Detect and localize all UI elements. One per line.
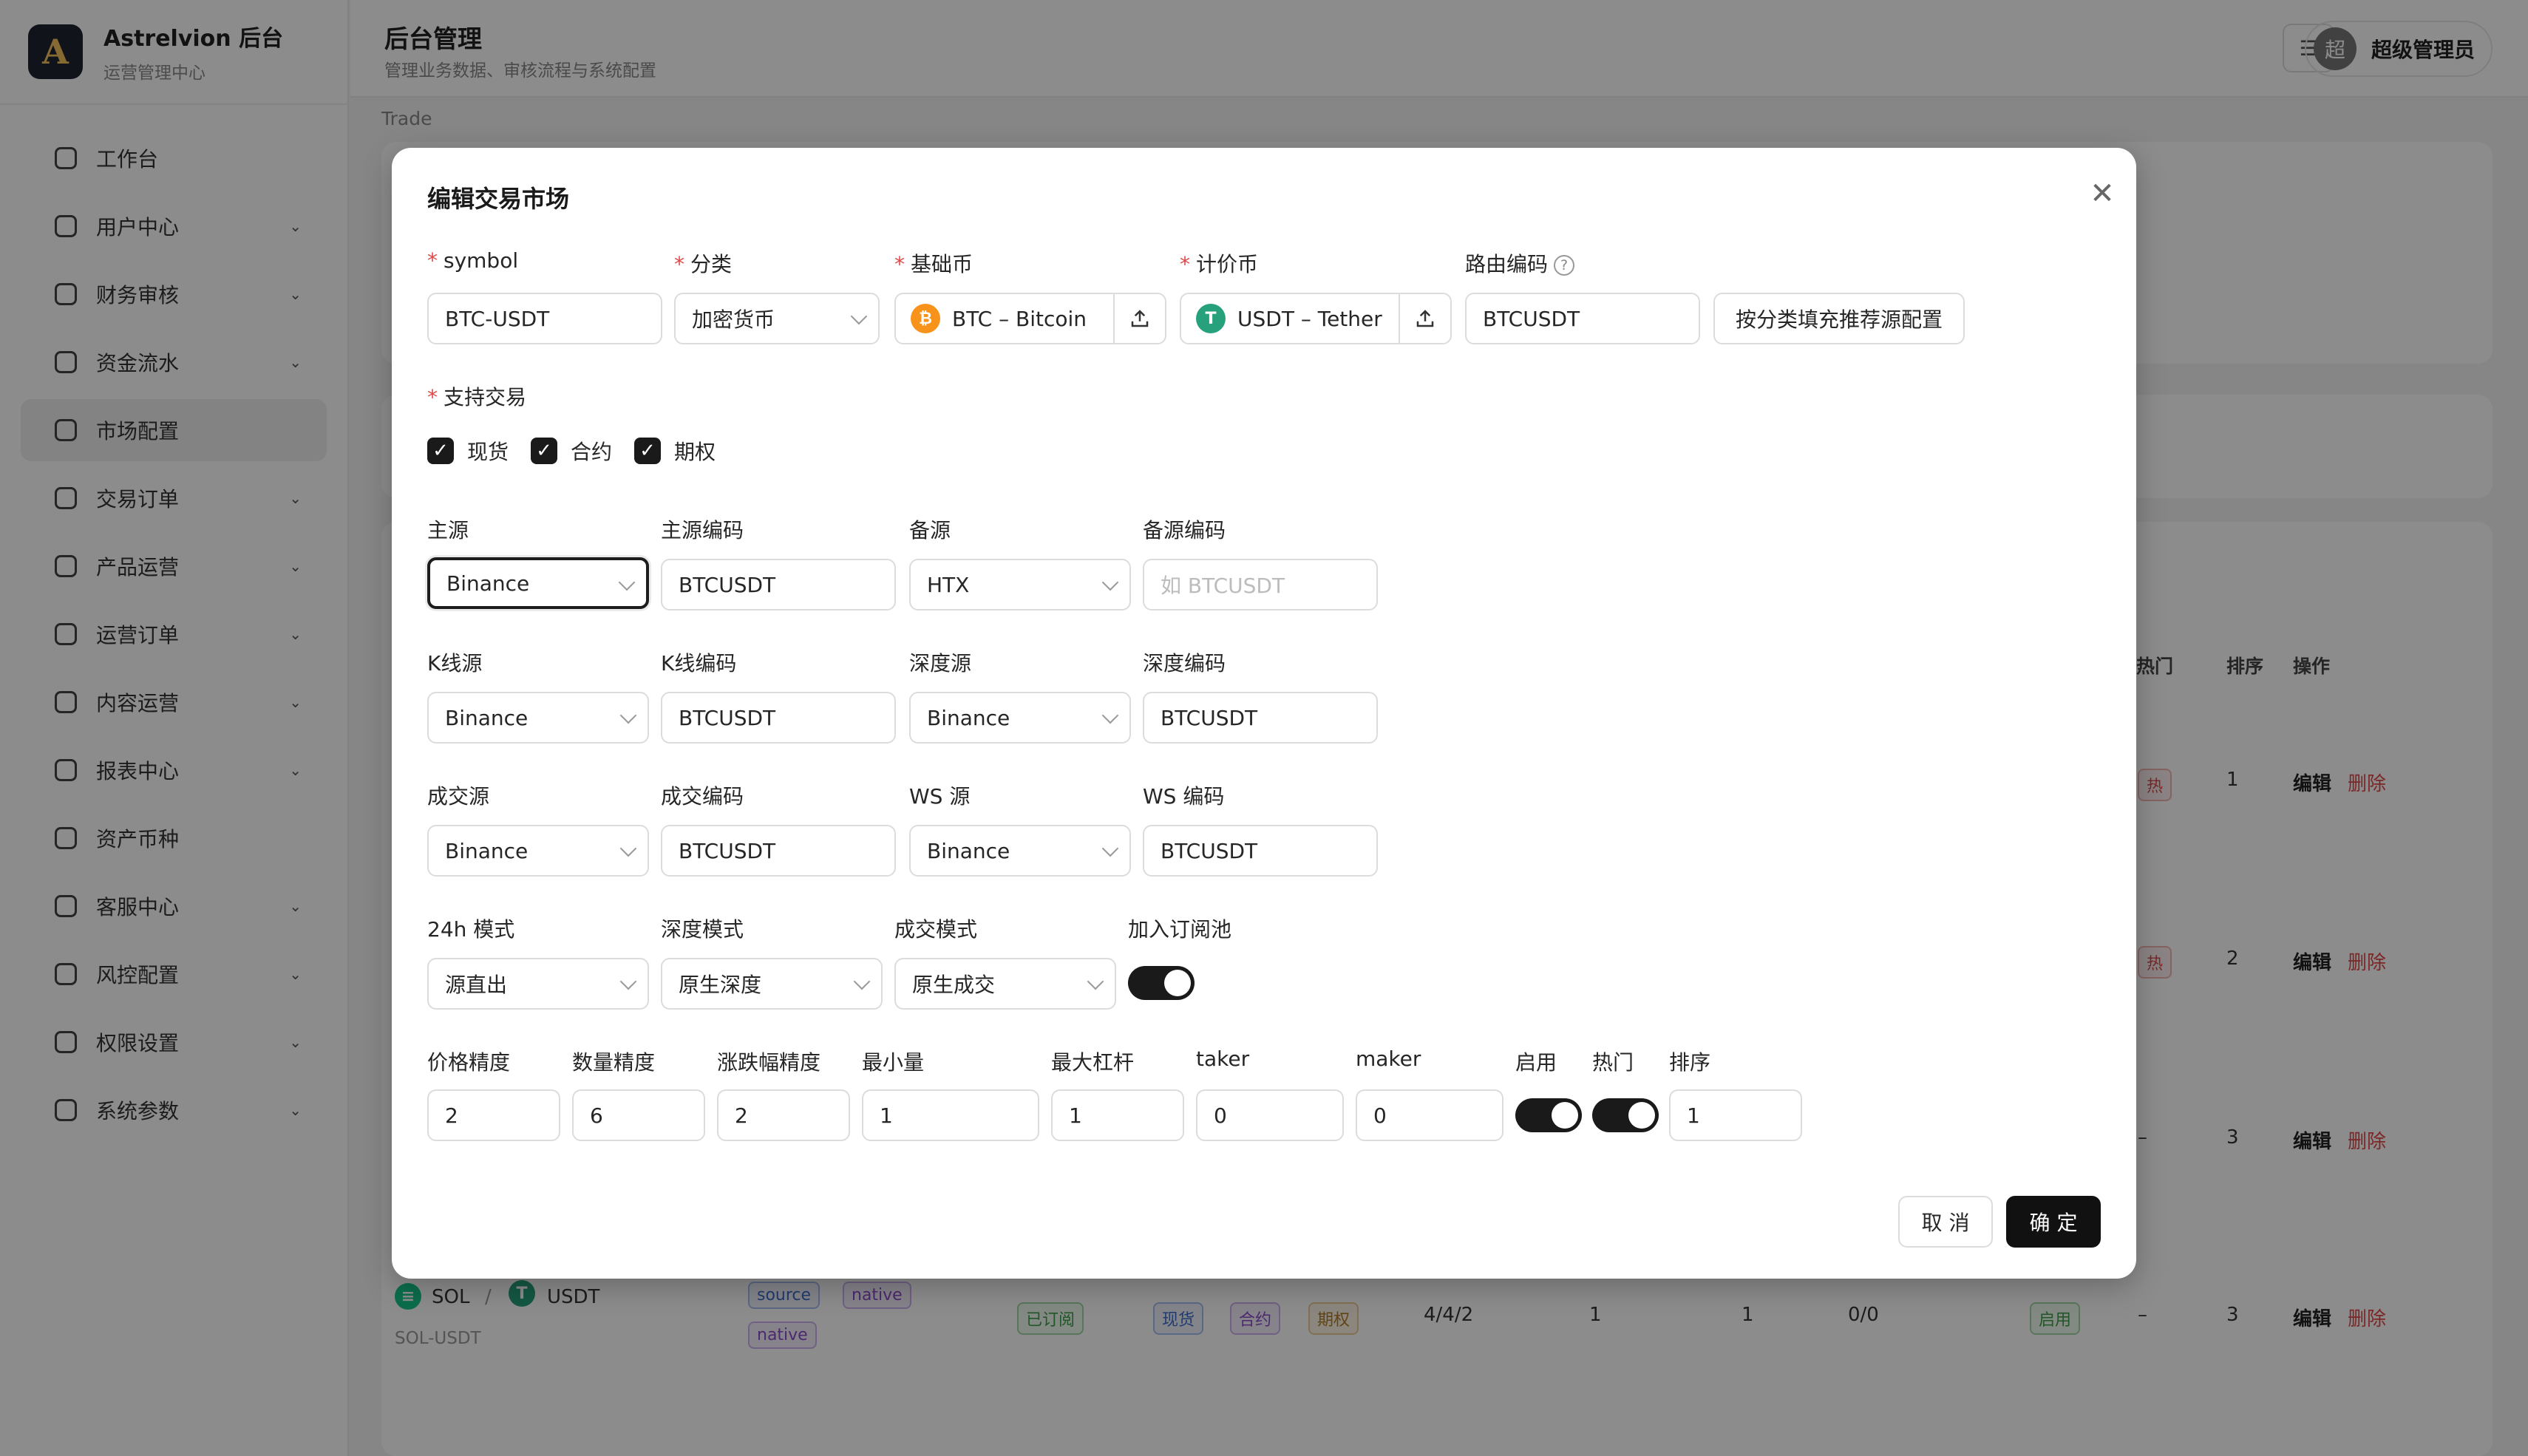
checkbox-contract[interactable]: ✓ 合约 [531, 436, 612, 466]
hot-toggle[interactable] [1592, 1098, 1659, 1132]
depth-code-label: 深度编码 [1143, 651, 1226, 676]
modal-title: 编辑交易市场 [427, 185, 570, 213]
enabled-label: 启用 [1515, 1050, 1557, 1075]
change-precision-label: 涨跌幅精度 [717, 1050, 821, 1075]
chevron-down-icon [618, 574, 636, 591]
ws-source-label: WS 源 [909, 784, 971, 809]
check-icon: ✓ [427, 438, 454, 464]
main-source-label: 主源 [427, 518, 469, 542]
route-code-label: 路由编码? [1465, 248, 1575, 278]
hot-label: 热门 [1592, 1050, 1634, 1075]
min-qty-input[interactable]: 1 [862, 1089, 1039, 1141]
backup-source-select[interactable]: HTX [909, 559, 1131, 610]
main-source-select[interactable]: Binance [427, 557, 649, 609]
chevron-down-icon [619, 707, 637, 724]
depth-mode-select[interactable]: 原生深度 [661, 958, 883, 1010]
enabled-toggle[interactable] [1515, 1098, 1582, 1132]
change-precision-input[interactable]: 2 [717, 1089, 850, 1141]
deal-source-label: 成交源 [427, 784, 490, 809]
category-label: * 分类 [674, 252, 733, 276]
chevron-down-icon [619, 973, 637, 990]
sort-label: 排序 [1669, 1050, 1711, 1075]
close-icon[interactable]: ✕ [2083, 174, 2121, 213]
subscribe-pool-toggle[interactable] [1128, 966, 1195, 1000]
taker-label: taker [1196, 1047, 1250, 1071]
chevron-down-icon [1101, 707, 1119, 724]
ws-source-select[interactable]: Binance [909, 825, 1131, 877]
main-code-label: 主源编码 [661, 518, 744, 542]
help-icon[interactable]: ? [1554, 255, 1575, 276]
deal-code-label: 成交编码 [661, 784, 744, 809]
tether-icon: T [1196, 304, 1226, 333]
subscribe-pool-label: 加入订阅池 [1128, 917, 1232, 942]
qty-precision-label: 数量精度 [572, 1050, 656, 1075]
kline-code-label: K线编码 [661, 651, 737, 676]
check-icon: ✓ [531, 438, 557, 464]
ws-code-label: WS 编码 [1143, 784, 1225, 809]
h24-mode-select[interactable]: 源直出 [427, 958, 649, 1010]
qty-precision-input[interactable]: 6 [572, 1089, 705, 1141]
max-leverage-label: 最大杠杆 [1051, 1050, 1135, 1075]
kline-source-select[interactable]: Binance [427, 692, 649, 744]
backup-source-label: 备源 [909, 518, 951, 542]
cancel-button[interactable]: 取 消 [1898, 1196, 1993, 1248]
ws-code-input[interactable]: BTCUSDT [1143, 825, 1378, 877]
chevron-down-icon [1101, 574, 1119, 591]
edit-market-modal: 编辑交易市场 ✕ * symbol BTC-USDT * 分类 加密货币 * 基础币 … [392, 148, 2136, 1279]
upload-icon[interactable] [1113, 294, 1165, 343]
backup-code-label: 备源编码 [1143, 518, 1226, 542]
chevron-down-icon [619, 840, 637, 857]
depth-source-label: 深度源 [909, 651, 972, 676]
sort-input[interactable]: 1 [1669, 1089, 1802, 1141]
main-code-input[interactable]: BTCUSDT [661, 559, 896, 610]
chevron-down-icon [1087, 973, 1104, 990]
deal-mode-label: 成交模式 [894, 917, 978, 942]
kline-code-input[interactable]: BTCUSDT [661, 692, 896, 744]
upload-icon[interactable] [1399, 294, 1450, 343]
deal-code-input[interactable]: BTCUSDT [661, 825, 896, 877]
base-coin-select[interactable]: ₿ BTC – Bitcoin [894, 293, 1166, 344]
price-precision-input[interactable]: 2 [427, 1089, 560, 1141]
quote-coin-label: * 计价币 [1180, 252, 1259, 276]
category-select[interactable]: 加密货币 [674, 293, 880, 344]
check-icon: ✓ [634, 438, 661, 464]
h24-mode-label: 24h 模式 [427, 917, 515, 942]
max-leverage-input[interactable]: 1 [1051, 1089, 1184, 1141]
price-precision-label: 价格精度 [427, 1050, 511, 1075]
maker-label: maker [1356, 1047, 1421, 1071]
toggle-knob [1164, 970, 1191, 996]
depth-code-input[interactable]: BTCUSDT [1143, 692, 1378, 744]
kline-source-label: K线源 [427, 651, 483, 676]
maker-input[interactable]: 0 [1356, 1089, 1503, 1141]
confirm-button[interactable]: 确 定 [2006, 1196, 2101, 1248]
symbol-label: * symbol [427, 248, 519, 273]
depth-mode-label: 深度模式 [661, 917, 744, 942]
taker-input[interactable]: 0 [1196, 1089, 1344, 1141]
depth-source-select[interactable]: Binance [909, 692, 1131, 744]
backup-code-input[interactable]: 如 BTCUSDT [1143, 559, 1378, 610]
quote-coin-select[interactable]: T USDT – Tether [1180, 293, 1452, 344]
deal-mode-select[interactable]: 原生成交 [894, 958, 1116, 1010]
toggle-knob [1628, 1102, 1655, 1129]
chevron-down-icon [850, 307, 868, 325]
fill-recommended-button[interactable]: 按分类填充推荐源配置 [1713, 293, 1965, 344]
chevron-down-icon [1101, 840, 1119, 857]
bitcoin-icon: ₿ [911, 304, 940, 333]
route-code-input[interactable]: BTCUSDT [1465, 293, 1700, 344]
base-coin-label: * 基础币 [894, 252, 974, 276]
symbol-input[interactable]: BTC-USDT [427, 293, 662, 344]
toggle-knob [1552, 1102, 1578, 1129]
checkbox-spot[interactable]: ✓ 现货 [427, 436, 509, 466]
trade-types-label: * 支持交易 [427, 385, 527, 409]
deal-source-select[interactable]: Binance [427, 825, 649, 877]
checkbox-option[interactable]: ✓ 期权 [634, 436, 716, 466]
min-qty-label: 最小量 [862, 1050, 925, 1075]
chevron-down-icon [853, 973, 871, 990]
